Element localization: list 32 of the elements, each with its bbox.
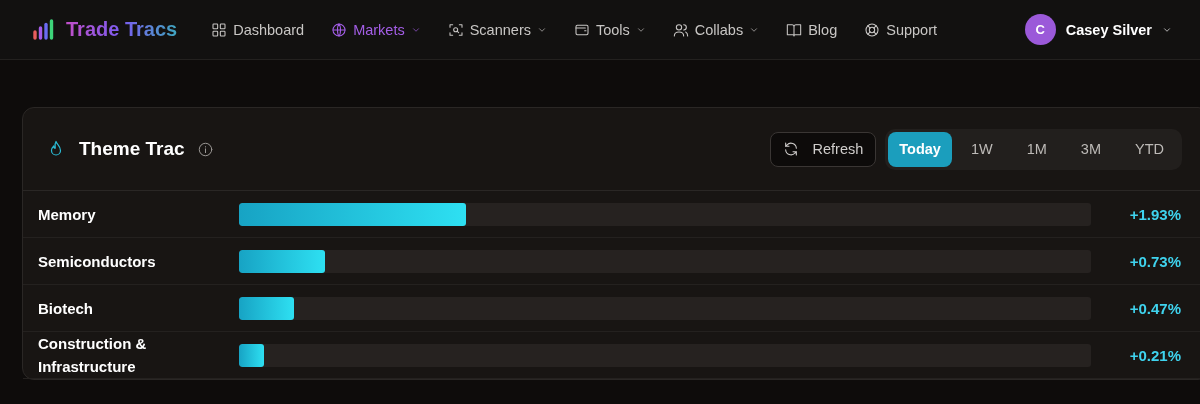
nav-link[interactable]: Scanners (447, 17, 547, 42)
range-tab[interactable]: 1W (955, 131, 1008, 167)
theme-name: Biotech (38, 298, 94, 319)
refresh-icon (782, 141, 799, 157)
users-icon (672, 21, 689, 38)
book-icon (786, 21, 803, 38)
nav-link[interactable]: Support (864, 17, 937, 42)
nav-link[interactable]: Tools (573, 17, 646, 42)
grid-icon (211, 21, 228, 38)
change-value: +0.73% (1128, 252, 1182, 270)
change-value: +0.47% (1128, 299, 1182, 317)
range-tab[interactable]: YTD (1120, 131, 1179, 167)
scan-icon (447, 21, 464, 38)
globe-icon (331, 21, 348, 38)
range-tab[interactable]: 3M (1065, 131, 1116, 167)
theme-name: Semiconductors (38, 251, 157, 272)
theme-name: Construction & Infrastructure (38, 334, 148, 377)
nav-link[interactable]: Blog (786, 17, 838, 42)
theme-name: Memory (38, 204, 97, 225)
nav-link[interactable]: Dashboard (211, 17, 305, 42)
card-title: Theme Trac (79, 138, 185, 160)
nav-link[interactable]: Collabs (672, 17, 760, 42)
change-value: +0.21% (1128, 346, 1182, 364)
avatar: C (1024, 14, 1056, 45)
lifebuoy-icon (864, 21, 881, 38)
range-tab[interactable]: 1M (1011, 131, 1062, 167)
info-icon[interactable] (197, 141, 213, 157)
nav-link[interactable]: Markets (331, 17, 421, 42)
refresh-button[interactable]: Refresh (769, 131, 877, 167)
user-menu[interactable]: C Casey Silver (1018, 13, 1178, 46)
change-value: +1.93% (1128, 205, 1182, 223)
logo-icon (32, 18, 54, 41)
